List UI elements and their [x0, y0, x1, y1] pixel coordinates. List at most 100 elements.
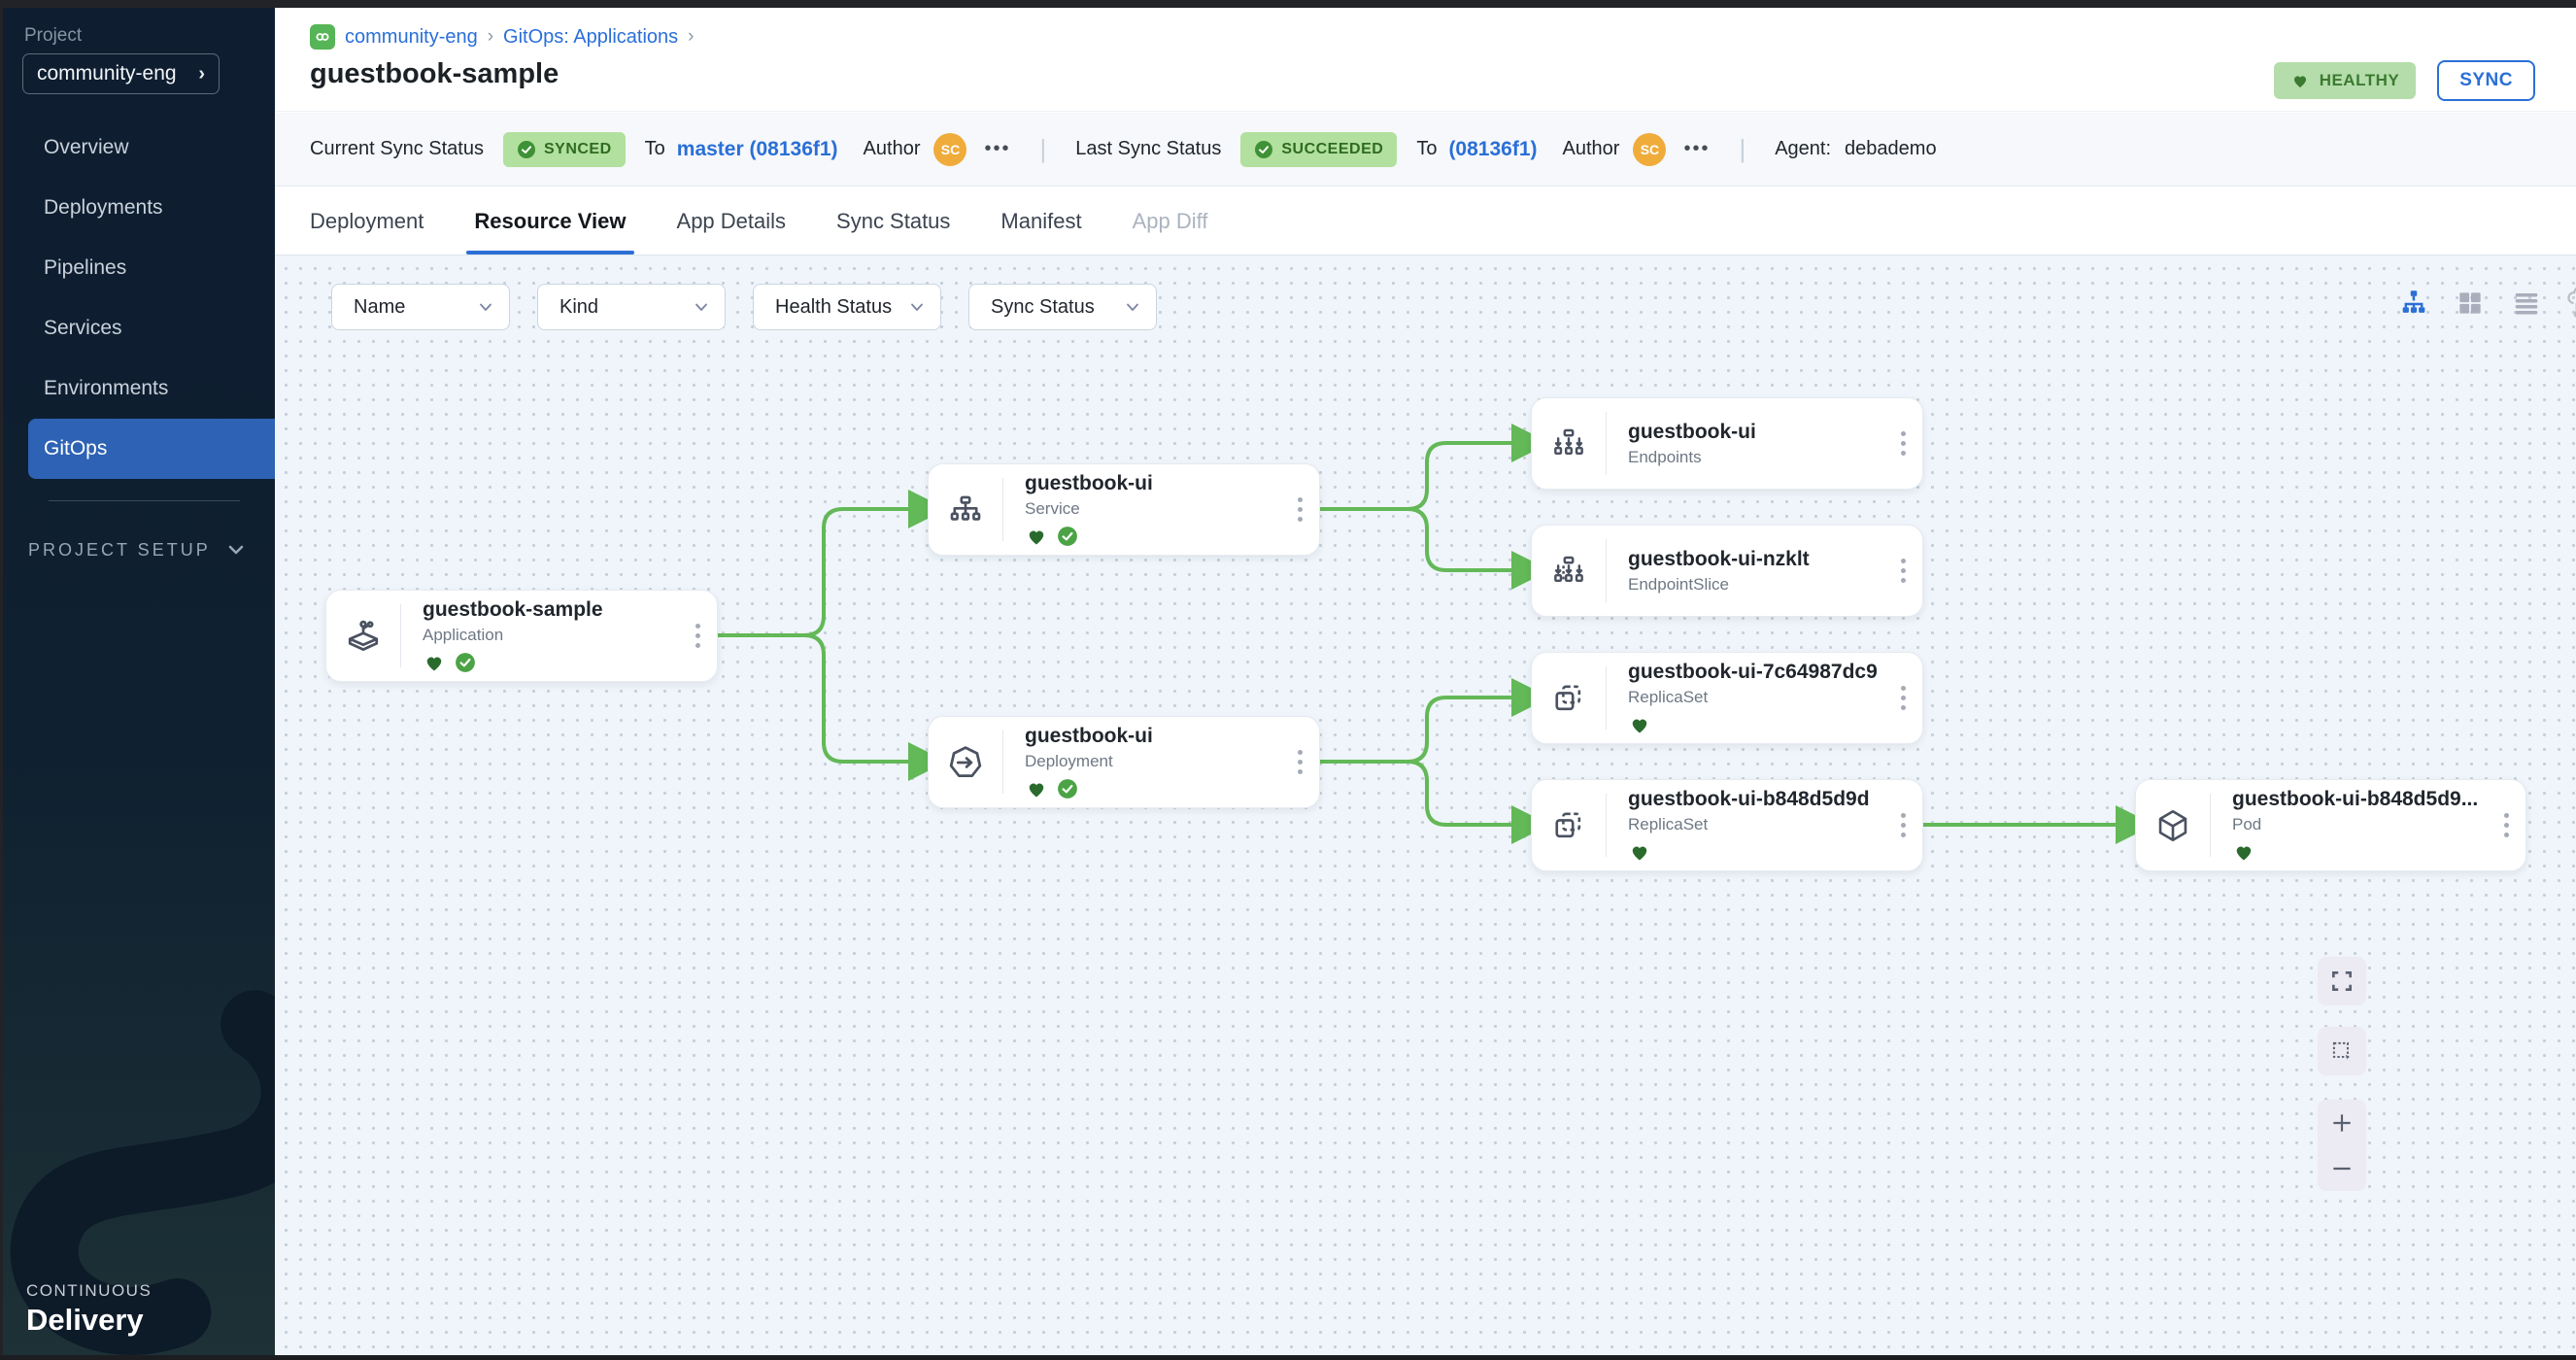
node-endpointslice-guestbook-ui-nzklt[interactable]: guestbook-ui-nzklt EndpointSlice — [1531, 525, 1923, 617]
node-deployment-guestbook-ui[interactable]: guestbook-ui Deployment — [928, 716, 1320, 808]
node-menu-button[interactable] — [2487, 780, 2525, 870]
sidebar-item-overview[interactable]: Overview — [28, 118, 275, 178]
check-circle-icon — [517, 140, 536, 159]
node-service-guestbook-ui[interactable]: guestbook-ui Service — [928, 463, 1320, 556]
node-title: guestbook-ui — [1025, 472, 1280, 495]
minus-icon — [2329, 1156, 2355, 1181]
node-menu-button[interactable] — [1883, 780, 1922, 870]
tab-resource-view[interactable]: Resource View — [474, 187, 626, 255]
sidebar-item-pipelines[interactable]: Pipelines — [28, 238, 275, 298]
grid-view-button[interactable] — [2452, 285, 2489, 322]
node-title: guestbook-ui-b848d5d9d — [1628, 788, 1883, 811]
current-commit-menu-button[interactable]: ••• — [984, 138, 1010, 160]
filter-health-status-select[interactable]: Health Status — [753, 284, 941, 330]
current-sync-target-link[interactable]: master (08136f1) — [677, 138, 838, 161]
node-menu-button[interactable] — [1280, 464, 1319, 555]
chevron-down-icon — [1125, 299, 1140, 315]
marquee-select-icon — [2329, 1038, 2355, 1064]
node-title: guestbook-sample — [423, 598, 678, 622]
sidebar-divider — [49, 500, 240, 501]
node-title: guestbook-ui — [1025, 725, 1280, 748]
sidebar-item-services[interactable]: Services — [28, 298, 275, 358]
node-title: guestbook-ui — [1628, 421, 1883, 444]
node-menu-button[interactable] — [1883, 653, 1922, 743]
chevron-down-icon — [478, 299, 493, 315]
window-chrome-bottom — [0, 1355, 2576, 1360]
pod-icon — [2136, 780, 2210, 870]
node-kind: ReplicaSet — [1628, 688, 1883, 707]
node-kind: ReplicaSet — [1628, 815, 1883, 834]
module-brand: CONTINUOUS Delivery — [26, 1281, 152, 1338]
node-kind: Endpoints — [1628, 448, 1883, 467]
app-tabs: Deployment Resource View App Details Syn… — [275, 187, 2576, 255]
breadcrumb-project-link[interactable]: community-eng — [345, 26, 478, 49]
last-sync-target-link[interactable]: (08136f1) — [1448, 138, 1537, 161]
node-kind: Deployment — [1025, 752, 1280, 771]
health-badge-label: HEALTHY — [2320, 71, 2400, 90]
brand-line1: CONTINUOUS — [26, 1281, 152, 1301]
tree-view-button[interactable] — [2395, 285, 2432, 322]
status-divider: | — [1040, 134, 1047, 164]
fullscreen-button[interactable] — [2318, 957, 2366, 1005]
filter-name-select[interactable]: Name — [331, 284, 510, 330]
zoom-in-button[interactable] — [2318, 1102, 2366, 1144]
synced-check-icon — [455, 652, 476, 673]
node-replicaset-guestbook-ui-b848d5d9d[interactable]: guestbook-ui-b848d5d9d ReplicaSet — [1531, 779, 1923, 871]
main-content: community-eng › GitOps: Applications › g… — [275, 8, 2576, 1355]
chevron-down-icon — [694, 299, 709, 315]
filter-sync-status-select[interactable]: Sync Status — [968, 284, 1157, 330]
health-status-badge: HEALTHY — [2274, 62, 2417, 99]
tab-sync-status[interactable]: Sync Status — [836, 187, 950, 255]
sidebar-item-gitops[interactable]: GitOps — [28, 419, 275, 479]
last-to-label: To — [1416, 138, 1437, 160]
last-author-avatar[interactable]: SC — [1633, 133, 1666, 166]
header-actions: HEALTHY SYNC — [2274, 60, 2535, 101]
current-author-avatar[interactable]: SC — [933, 133, 966, 166]
list-view-button[interactable] — [2508, 285, 2545, 322]
window-chrome-left — [0, 0, 3, 1360]
node-menu-button[interactable] — [1883, 526, 1922, 616]
node-pod-guestbook-ui-b848d5d9[interactable]: guestbook-ui-b848d5d9... Pod — [2135, 779, 2526, 871]
breadcrumb-section-link[interactable]: GitOps: Applications — [503, 26, 678, 49]
sidebar-item-deployments[interactable]: Deployments — [28, 178, 275, 238]
tab-deployment[interactable]: Deployment — [310, 187, 424, 255]
succeeded-status-badge: SUCCEEDED — [1240, 132, 1397, 167]
node-application-guestbook-sample[interactable]: guestbook-sample Application — [325, 590, 718, 682]
deployment-icon — [929, 717, 1002, 807]
cluster-network-icon[interactable] — [2564, 285, 2576, 322]
last-commit-menu-button[interactable]: ••• — [1683, 138, 1710, 160]
tab-app-diff[interactable]: App Diff — [1133, 187, 1208, 255]
node-endpoints-guestbook-ui[interactable]: guestbook-ui Endpoints — [1531, 397, 1923, 490]
tab-app-details[interactable]: App Details — [677, 187, 787, 255]
marquee-select-button[interactable] — [2318, 1027, 2366, 1075]
heart-icon — [2290, 71, 2310, 90]
node-menu-button[interactable] — [1883, 398, 1922, 489]
healthy-heart-icon — [423, 651, 446, 674]
synced-status-badge: SYNCED — [503, 132, 626, 167]
current-author-label: Author — [864, 138, 921, 160]
breadcrumb-separator: › — [688, 26, 694, 48]
synced-check-icon — [1057, 778, 1078, 799]
resource-graph-canvas[interactable]: Name Kind Health Status Sync Status — [275, 255, 2576, 1355]
node-menu-button[interactable] — [1280, 717, 1319, 807]
zoom-controls — [2318, 1100, 2366, 1191]
healthy-heart-icon — [1628, 840, 1651, 864]
fullscreen-icon — [2329, 969, 2355, 994]
replicaset-icon — [1532, 653, 1606, 743]
node-replicaset-guestbook-ui-7c64987dc9[interactable]: guestbook-ui-7c64987dc9 ReplicaSet — [1531, 652, 1923, 744]
application-icon — [326, 591, 400, 681]
sidebar-item-environments[interactable]: Environments — [28, 358, 275, 419]
node-menu-button[interactable] — [678, 591, 717, 681]
project-selector[interactable]: community-eng › — [22, 53, 220, 94]
sidebar: Project community-eng › Overview Deploym… — [3, 8, 275, 1355]
zoom-out-button[interactable] — [2318, 1147, 2366, 1190]
gitops-app-icon — [310, 24, 335, 50]
tab-manifest[interactable]: Manifest — [1000, 187, 1081, 255]
project-setup-toggle[interactable]: PROJECT SETUP — [28, 528, 261, 571]
sync-button[interactable]: SYNC — [2437, 60, 2535, 101]
node-kind: Service — [1025, 499, 1280, 519]
filter-kind-select[interactable]: Kind — [537, 284, 726, 330]
node-kind: EndpointSlice — [1628, 575, 1883, 595]
status-divider: | — [1739, 134, 1746, 164]
sidebar-nav: Overview Deployments Pipelines Services … — [3, 118, 275, 479]
